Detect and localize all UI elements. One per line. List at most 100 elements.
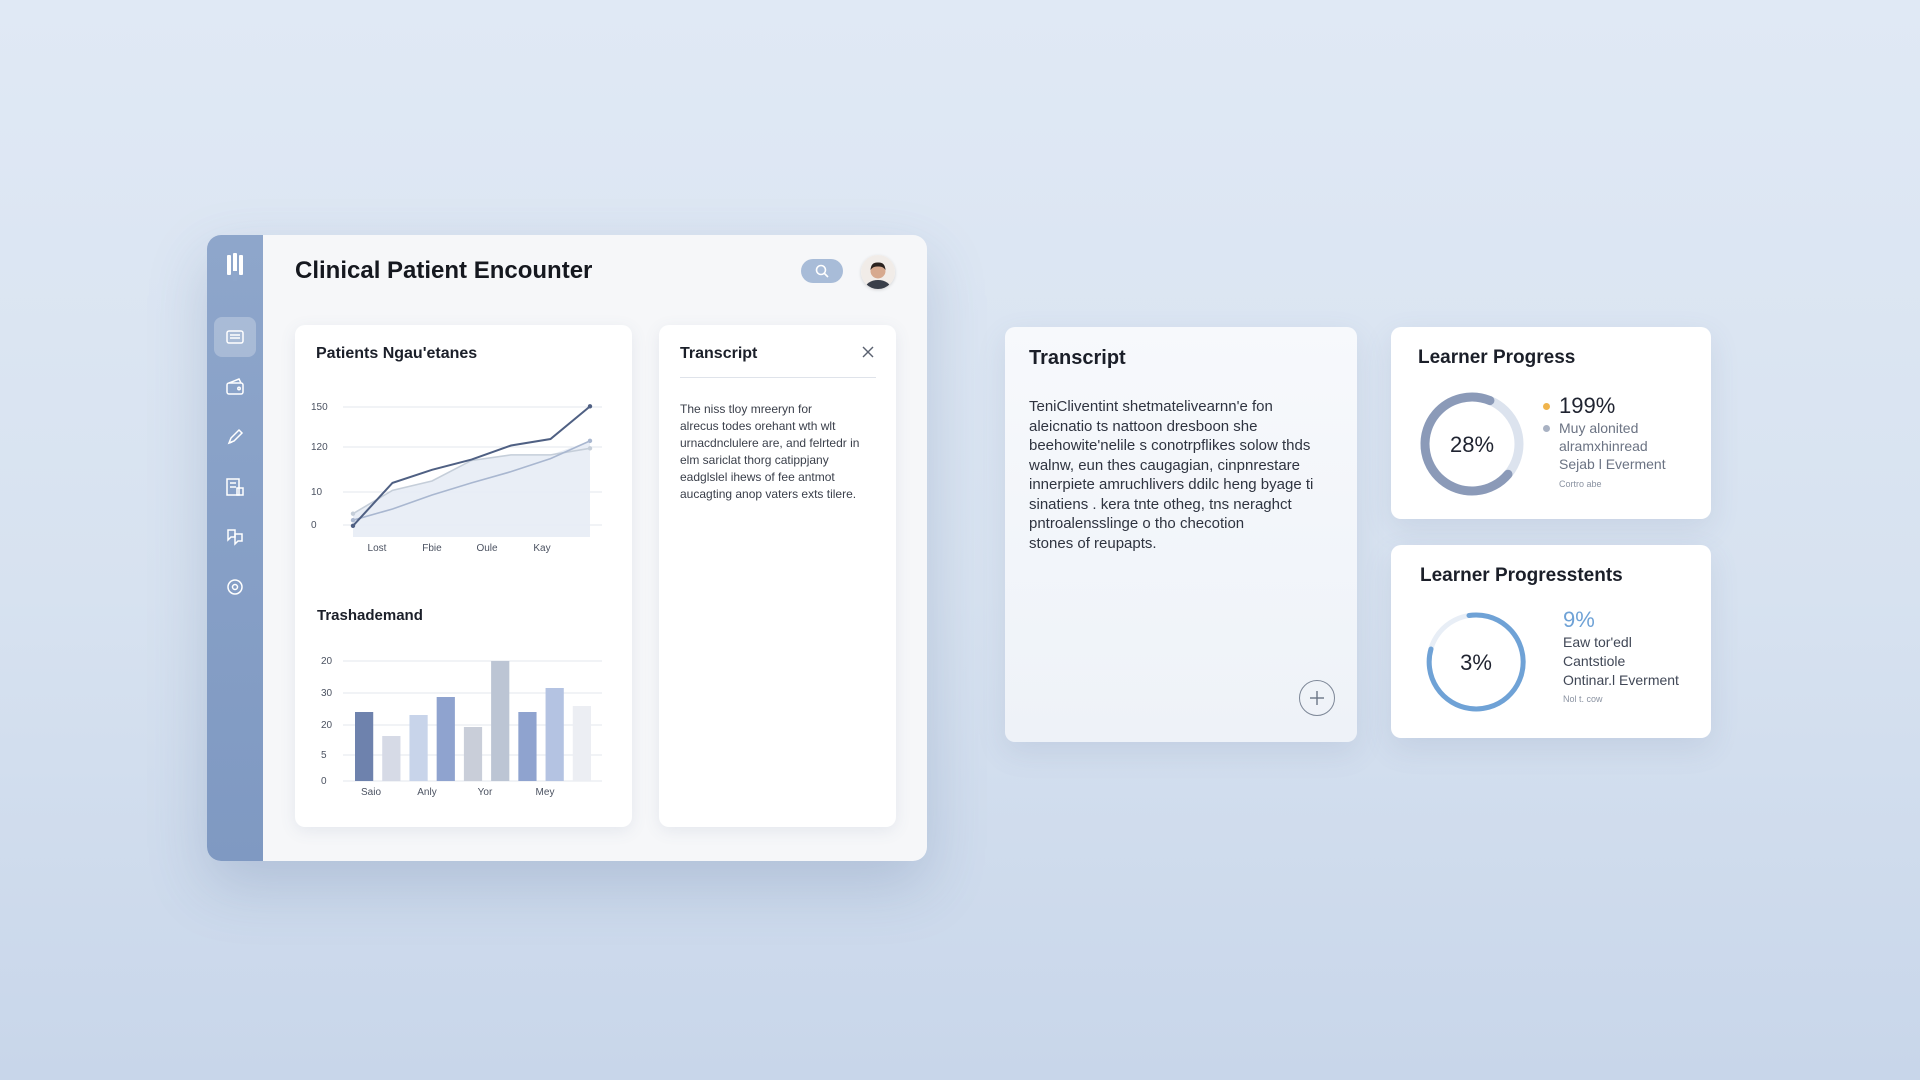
add-button[interactable] xyxy=(1299,680,1335,716)
transcript-line: aleicnatio ts nattoon dresboon she xyxy=(1029,417,1258,435)
bar xyxy=(518,712,537,781)
close-icon[interactable] xyxy=(861,345,875,359)
progress-line: Sejab l Everment xyxy=(1559,456,1666,472)
transcript-line: aucagting anop vaters exts tilere. xyxy=(680,487,857,501)
sidebar-item-edit[interactable] xyxy=(214,417,256,457)
sidebar-item-search[interactable] xyxy=(214,567,256,607)
bar-chart: 20 30 20 5 0 Saio Anly Yor Mey xyxy=(321,656,602,798)
transcript-line: The niss tloy mreeryn for xyxy=(680,402,813,416)
charts-card: Patients Ngau'etanes 150 120 10 0 Lost Fbie Ou… xyxy=(295,325,632,827)
sidebar xyxy=(207,235,263,861)
progress-value: 199% xyxy=(1559,393,1616,418)
y-tick-label: 0 xyxy=(321,776,327,787)
user-avatar[interactable] xyxy=(861,255,895,289)
building-icon xyxy=(226,478,244,496)
transcript-panel: Transcript TeniCliventint shetmatelivear… xyxy=(1005,327,1357,742)
y-tick-label: 0 xyxy=(311,520,317,531)
divider xyxy=(680,377,876,378)
x-tick-label: Yor xyxy=(478,787,493,798)
x-tick-label: Mey xyxy=(536,787,555,798)
transcript-line: urnacdnclulere are, and felrtedr in xyxy=(680,436,860,450)
area-fill xyxy=(353,440,590,537)
legend-dot xyxy=(1543,424,1550,432)
bar-chart-title: Trashademand xyxy=(317,607,423,624)
transcript-line: innerpiete amruchlivers ddilc heng byage… xyxy=(1029,476,1314,493)
progress-line: Eaw tor'edl xyxy=(1563,634,1632,650)
transcript-panel-title: Transcript xyxy=(1029,347,1126,369)
search-icon xyxy=(815,264,829,278)
data-point xyxy=(587,446,593,451)
y-tick-label: 30 xyxy=(321,688,333,699)
y-tick-label: 5 xyxy=(321,750,327,761)
progress-line: Ontinar.l Everment xyxy=(1563,672,1679,688)
progress-stats: 9% Eaw tor'edl Cantstiole Ontinar.l Ever… xyxy=(1563,607,1679,704)
y-tick-label: 20 xyxy=(321,720,333,731)
donut-label: 28% xyxy=(1450,432,1494,457)
learner-progress-title: Learner Progress xyxy=(1418,347,1576,368)
pen-icon xyxy=(227,428,244,445)
y-tick-label: 120 xyxy=(311,442,328,453)
x-tick-label: Kay xyxy=(533,543,550,554)
bar xyxy=(572,706,591,781)
progress-donut: 28% xyxy=(1420,392,1524,496)
bar xyxy=(382,736,401,781)
transcript-line: elm sariclat thorg catippjany xyxy=(680,453,829,467)
transcript-line: pntroalensslinge o tho checotion xyxy=(1029,515,1245,532)
x-tick-label: Oule xyxy=(476,543,498,554)
status-dot xyxy=(1543,402,1550,410)
sidebar-item-wallet[interactable] xyxy=(214,367,256,407)
x-tick-label: Anly xyxy=(417,787,436,798)
data-point xyxy=(587,404,593,409)
learner-progress-card-2: Learner Progresstents 3% 9% Eaw tor'edl … xyxy=(1391,545,1711,738)
wallet-icon xyxy=(226,378,244,395)
donut-label: 3% xyxy=(1460,650,1492,675)
y-tick-label: 150 xyxy=(311,402,328,413)
plus-icon xyxy=(1310,691,1324,705)
transcript-line: TeniCliventint shetmatelivearnn'e fon xyxy=(1029,398,1273,415)
search-button[interactable] xyxy=(801,259,843,283)
data-point xyxy=(587,438,593,444)
search-icon xyxy=(227,579,243,595)
logo-icon xyxy=(227,253,243,281)
transcript-line: walnw, eun thes caugagian, cinpnrestare xyxy=(1029,456,1301,474)
transcript-line: beehowite'nelile s conotrpflikes solow t… xyxy=(1029,437,1311,454)
chat-icon xyxy=(227,529,243,546)
progress-caption: Cortro abe xyxy=(1559,479,1602,489)
bar xyxy=(463,727,483,781)
y-tick-label: 20 xyxy=(321,656,333,667)
progress-line: Cantstiole xyxy=(1563,653,1626,669)
clinical-app-window: Clinical Patient Encounter Patients Ngau… xyxy=(207,235,927,861)
progress-value: 9% xyxy=(1563,607,1595,632)
data-point xyxy=(350,511,356,516)
sidebar-item-dashboard[interactable] xyxy=(214,317,256,357)
avatar-image xyxy=(861,255,895,289)
progress-line: Muy alonited xyxy=(1559,420,1639,436)
progress-stats: 199% Muy alonited alramxhinread Sejab l … xyxy=(1543,393,1666,489)
dashboard-icon xyxy=(226,330,244,344)
x-tick-label: Fbie xyxy=(422,543,442,554)
transcript-line: alrecus todes orehant wth wlt xyxy=(680,419,836,433)
progress-caption: Nol t. cow xyxy=(1563,694,1603,704)
transcript-line: stones of reupapts. xyxy=(1029,534,1157,552)
x-tick-label: Saio xyxy=(361,787,381,798)
y-tick-label: 10 xyxy=(311,487,323,498)
transcript-title: Transcript xyxy=(680,345,758,362)
x-tick-label: Lost xyxy=(368,543,387,554)
line-chart-title: Patients Ngau'etanes xyxy=(316,345,478,362)
transcript-line: eadglslel ihews of fee antmot xyxy=(680,470,835,484)
transcript-line: sinatiens . kera tnte otheg, tns neraghc… xyxy=(1029,495,1292,513)
learner-progress-card: Learner Progress 28% 199% Muy alonited a… xyxy=(1391,327,1711,519)
data-point xyxy=(350,518,356,523)
transcript-panel-text: TeniCliventint shetmatelivearnn'e fon al… xyxy=(1029,397,1349,553)
learner-progress-2-title: Learner Progresstents xyxy=(1420,565,1623,586)
sidebar-item-messages[interactable] xyxy=(214,517,256,557)
bar xyxy=(491,661,510,781)
transcript-card: Transcript The niss tloy mreeryn for alr… xyxy=(659,325,896,827)
bar xyxy=(436,697,455,781)
line-chart: 150 120 10 0 Lost Fbie Oule Kay xyxy=(311,402,602,554)
bar xyxy=(355,712,374,781)
sidebar-item-records[interactable] xyxy=(214,467,256,507)
bar xyxy=(409,715,428,781)
transcript-text: The niss tloy mreeryn for alrecus todes … xyxy=(680,401,890,503)
page-title: Clinical Patient Encounter xyxy=(295,257,593,284)
